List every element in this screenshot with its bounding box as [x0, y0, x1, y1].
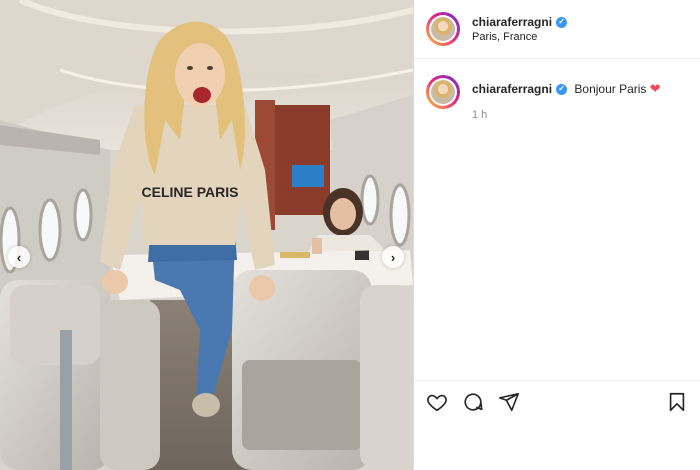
chevron-left-icon: ‹ — [16, 249, 22, 265]
chevron-right-icon: › — [390, 249, 396, 265]
avatar-image — [431, 80, 455, 104]
sweatshirt-text: CELINE PARIS — [142, 184, 239, 200]
caption-username[interactable]: chiaraferragni — [472, 81, 552, 97]
previous-photo-button[interactable]: ‹ — [8, 246, 30, 268]
jet-interior-image: CELINE PARIS — [0, 0, 413, 470]
post-header: chiaraferragni ✓ Paris, France — [414, 0, 700, 59]
avatar-image — [431, 17, 455, 41]
share-icon — [499, 392, 519, 412]
caption-row: chiaraferragni ✓ Bonjour Paris ❤ 1 h — [414, 59, 700, 123]
author-avatar[interactable] — [426, 12, 460, 46]
save-button[interactable] — [666, 391, 688, 413]
like-button[interactable] — [426, 391, 448, 413]
caption-avatar[interactable] — [426, 75, 460, 109]
author-username[interactable]: chiaraferragni — [472, 15, 552, 29]
heart-emoji: ❤ — [649, 81, 661, 96]
comment-icon — [464, 393, 483, 411]
verified-icon: ✓ — [556, 16, 568, 28]
post-side-panel: chiaraferragni ✓ Paris, France chiarafer… — [413, 0, 700, 470]
post-photo[interactable]: CELINE PARIS ‹ › — [0, 0, 413, 470]
action-bar — [414, 380, 700, 423]
post-timestamp[interactable]: 1 h — [472, 107, 661, 123]
verified-icon: ✓ — [556, 83, 568, 95]
heart-icon — [427, 394, 447, 412]
share-button[interactable] — [498, 391, 520, 413]
bookmark-icon — [669, 392, 685, 412]
comment-button[interactable] — [462, 391, 484, 413]
post-location[interactable]: Paris, France — [472, 31, 567, 43]
caption-text: Bonjour Paris — [574, 82, 647, 96]
next-photo-button[interactable]: › — [382, 246, 404, 268]
instagram-post: CELINE PARIS ‹ › chiaraferragni ✓ Paris,… — [0, 0, 700, 470]
